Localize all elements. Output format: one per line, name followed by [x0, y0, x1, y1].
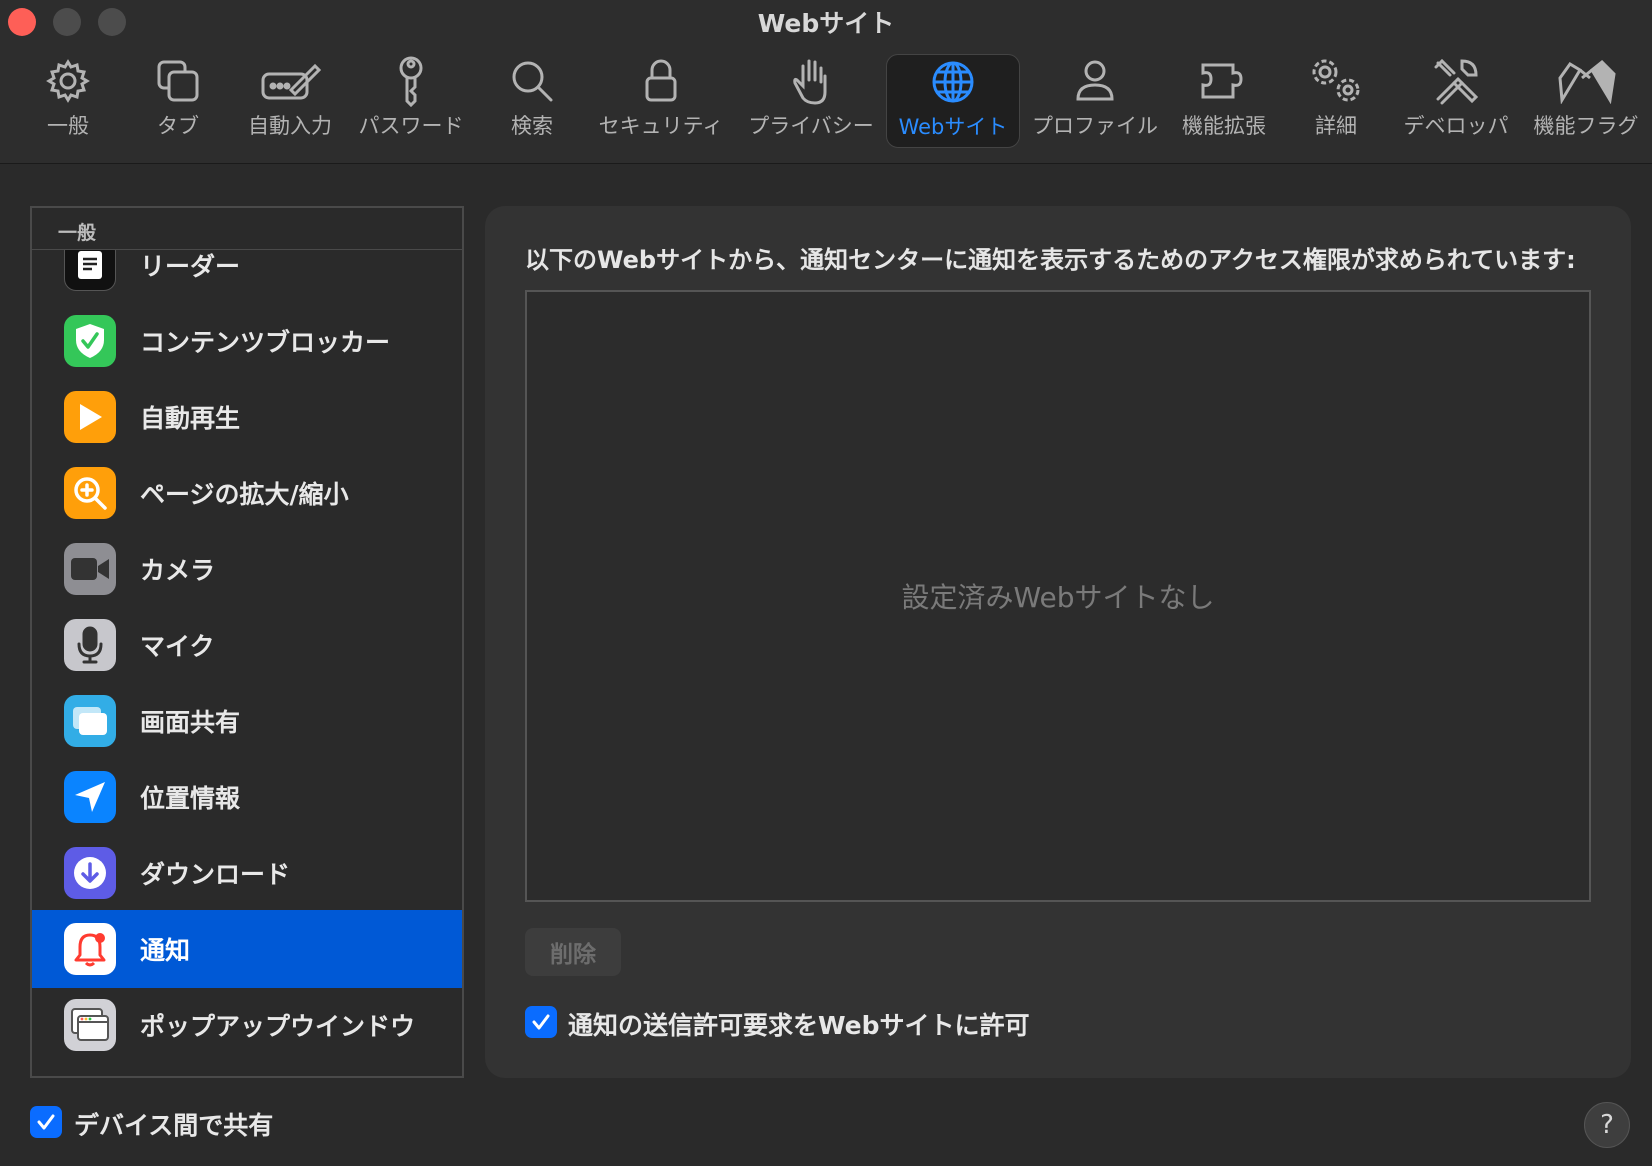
puzzle-icon — [1199, 54, 1249, 108]
tab-feature-flags[interactable]: 機能フラグ — [1530, 54, 1642, 148]
notifications-panel: 以下のWebサイトから、通知センターに通知を表示するためのアクセス権限が求められ… — [485, 206, 1631, 1078]
sidebar-item-camera[interactable]: カメラ — [32, 530, 462, 608]
tab-passwords-label: パスワード — [358, 114, 464, 138]
tab-privacy[interactable]: プライバシー — [746, 54, 876, 148]
play-icon — [64, 391, 116, 443]
tab-search[interactable]: 検索 — [482, 54, 582, 148]
sidebar-item-screen-sharing[interactable]: 画面共有 — [32, 682, 462, 760]
sidebar-item-label: ページの拡大/縮小 — [140, 480, 349, 509]
camera-icon — [64, 543, 116, 595]
sidebar-item-label: カメラ — [140, 556, 216, 585]
sidebar-item-label: ポップアップウインドウ — [140, 1012, 416, 1041]
tab-autofill[interactable]: 自動入力 — [240, 54, 340, 148]
tab-developer-label: デベロッパ — [1403, 114, 1509, 138]
tab-websites-label: Webサイト — [898, 115, 1008, 139]
tools-icon — [1432, 54, 1480, 108]
globe-icon — [931, 55, 975, 109]
tab-security-label: セキュリティ — [598, 114, 724, 138]
website-list-table[interactable]: 設定済みWebサイトなし — [525, 290, 1591, 902]
tab-developer[interactable]: デベロッパ — [1403, 54, 1509, 148]
tab-search-label: 検索 — [511, 114, 553, 138]
tab-tabs-label: タブ — [157, 114, 199, 138]
sidebar-item-microphone[interactable]: マイク — [32, 606, 462, 684]
tab-websites[interactable]: Webサイト — [886, 54, 1020, 148]
sidebar-item-label: リーダー — [140, 252, 241, 281]
sidebar-item-label: マイク — [140, 632, 215, 661]
key-icon — [393, 54, 429, 108]
share-across-devices-checkbox[interactable] — [30, 1106, 62, 1138]
download-icon — [64, 847, 116, 899]
help-button[interactable]: ? — [1584, 1102, 1630, 1148]
sidebar-item-downloads[interactable]: ダウンロード — [32, 834, 462, 912]
shield-check-icon — [64, 315, 116, 367]
delete-button[interactable]: 削除 — [525, 928, 621, 976]
person-icon — [1075, 54, 1115, 108]
panel-description: 以下のWebサイトから、通知センターに通知を表示するためのアクセス権限が求められ… — [525, 246, 1576, 274]
tab-extensions-label: 機能拡張 — [1182, 114, 1266, 138]
autofill-icon — [259, 54, 321, 108]
microphone-icon — [64, 619, 116, 671]
tab-advanced[interactable]: 詳細 — [1286, 54, 1386, 148]
screen-share-icon — [64, 695, 116, 747]
toolbar: Webサイト 一般 タブ 自動入力 パスワード 検索 セキュリティ プライバシー… — [0, 0, 1652, 164]
gear-icon — [45, 54, 91, 108]
sidebar-item-page-zoom[interactable]: ページの拡大/縮小 — [32, 454, 462, 532]
tab-profiles-label: プロファイル — [1032, 114, 1158, 138]
tab-general[interactable]: 一般 — [18, 54, 118, 148]
sidebar-item-label: コンテンツブロッカー — [140, 328, 391, 357]
sidebar-item-label: 位置情報 — [140, 784, 241, 813]
allow-requests-label[interactable]: 通知の送信許可要求をWebサイトに許可 — [568, 1006, 1030, 1042]
popup-window-icon — [64, 999, 116, 1051]
sidebar-item-label: 自動再生 — [140, 404, 241, 433]
search-icon — [509, 54, 555, 108]
tab-extensions[interactable]: 機能拡張 — [1174, 54, 1274, 148]
checkmark-icon — [532, 1014, 550, 1030]
sidebar-item-content-blockers[interactable]: コンテンツブロッカー — [32, 302, 462, 380]
share-across-devices-label[interactable]: デバイス間で共有 — [74, 1106, 273, 1142]
allow-requests-checkbox[interactable] — [525, 1006, 557, 1038]
lock-icon — [643, 54, 679, 108]
tab-advanced-label: 詳細 — [1315, 114, 1357, 138]
sidebar-item-label: 通知 — [140, 936, 191, 965]
tab-profiles[interactable]: プロファイル — [1032, 54, 1158, 148]
sidebar-item-notifications[interactable]: 通知 — [32, 910, 462, 988]
gears-icon — [1308, 54, 1364, 108]
settings-category-list[interactable]: 一般 リーダー コンテンツブロッカー 自動再生 ページの拡大/縮小 カメラ マイ… — [30, 206, 464, 1078]
sidebar-item-popup-windows[interactable]: ポップアップウインドウ — [32, 986, 462, 1064]
sidebar-section-header: 一般 — [32, 208, 462, 250]
sidebar-item-label: ダウンロード — [140, 860, 291, 889]
window-title: Webサイト — [757, 9, 895, 38]
tab-feature-flags-label: 機能フラグ — [1533, 114, 1639, 138]
tab-autofill-label: 自動入力 — [248, 114, 332, 138]
hand-icon — [791, 54, 831, 108]
tabs-icon — [155, 54, 201, 108]
zoom-icon — [64, 467, 116, 519]
tab-tabs[interactable]: タブ — [128, 54, 228, 148]
sidebar-item-autoplay[interactable]: 自動再生 — [32, 378, 462, 456]
tab-security[interactable]: セキュリティ — [596, 54, 726, 148]
tab-privacy-label: プライバシー — [748, 114, 874, 138]
tab-general-label: 一般 — [47, 114, 89, 138]
tab-passwords[interactable]: パスワード — [356, 54, 466, 148]
checkmark-icon — [37, 1114, 55, 1130]
empty-state-text: 設定済みWebサイトなし — [901, 581, 1215, 614]
location-arrow-icon — [64, 771, 116, 823]
sidebar-item-label: 画面共有 — [140, 708, 241, 737]
sidebar-item-location[interactable]: 位置情報 — [32, 758, 462, 836]
flags-icon — [1556, 54, 1616, 108]
bell-icon — [64, 923, 116, 975]
